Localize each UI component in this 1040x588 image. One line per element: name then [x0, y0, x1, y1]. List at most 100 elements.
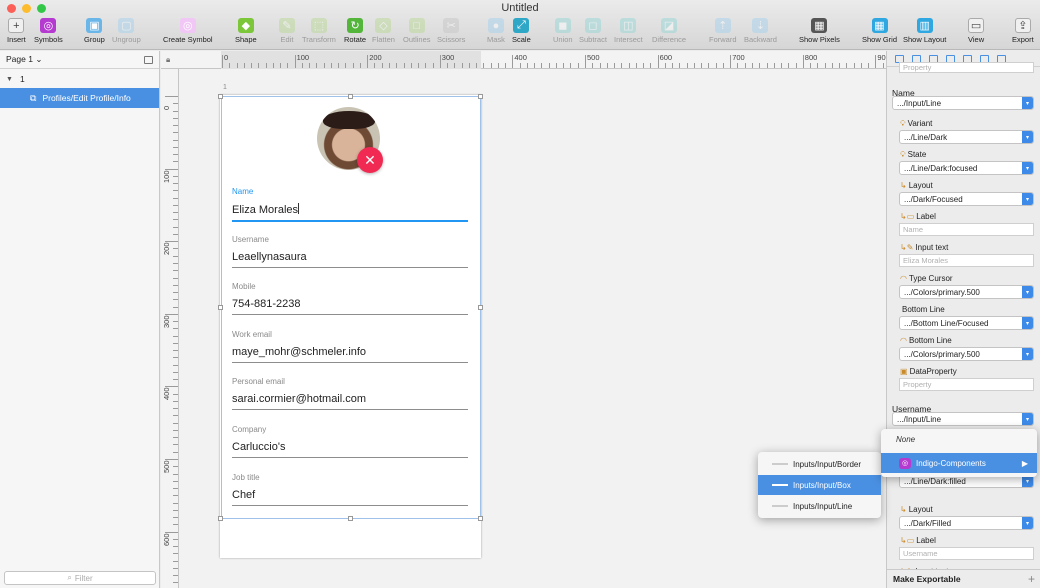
toolbar-export-button[interactable]: ⇪ Export [1012, 18, 1034, 44]
artboard[interactable]: ✕ Name Eliza Morales Username Leaellynasaur… [220, 95, 481, 558]
ruler-tick [173, 560, 178, 562]
override-text-input[interactable]: Eliza Morales [899, 254, 1034, 267]
toolbar-label: Show Pixels [799, 35, 840, 44]
resize-handle-tr[interactable] [478, 94, 483, 99]
page-selector[interactable]: Page 1 ⌄ [0, 51, 159, 69]
form-field[interactable]: Name Eliza Morales [232, 187, 468, 222]
top-property-field[interactable]: Property [899, 62, 1034, 73]
ruler-tick [693, 63, 695, 68]
override-select[interactable]: .../Dark/Focused ▾ [899, 192, 1034, 206]
resize-handle-br[interactable] [478, 516, 483, 521]
collapse-pages-icon[interactable] [144, 55, 153, 64]
toolbar-flatten-button[interactable]: ◇ Flatten [372, 18, 395, 44]
artboard-layer-label: 1 [19, 74, 25, 84]
submenu-item[interactable]: Inputs/Input/Line [758, 496, 881, 516]
disclosure-triangle-icon[interactable]: ▼ [6, 76, 13, 83]
field-value[interactable]: Eliza Morales [232, 203, 468, 222]
resize-handle-tl[interactable] [218, 94, 223, 99]
toolbar-subtract-button[interactable]: ◻ Subtract [579, 18, 607, 44]
override-text-input[interactable]: Property [899, 378, 1034, 391]
field-value[interactable]: Leaellynasaura [232, 251, 468, 268]
submenu-item-label: Inputs/Input/Border [793, 459, 862, 469]
menu-item-library[interactable]: ◎ Indigo-Components ▶ [881, 453, 1037, 473]
form-field[interactable]: Personal email sarai.cormier@hotmail.com [232, 377, 468, 411]
ruler-tick [173, 321, 178, 323]
toolbar-insert-button[interactable]: + Insert [7, 18, 26, 44]
make-exportable-bar[interactable]: Make Exportable + [887, 569, 1040, 588]
artboard-layer[interactable]: ▼ 1 [0, 70, 159, 88]
field-value-text: maye_mohr@schmeler.info [232, 345, 367, 358]
field-value[interactable]: maye_mohr@schmeler.info [232, 346, 468, 363]
library-icon: ◎ [899, 457, 911, 469]
toolbar-ungroup-button[interactable]: ▢ Ungroup [112, 18, 141, 44]
field-value-text: sarai.cormier@hotmail.com [232, 393, 367, 406]
resize-handle-mr[interactable] [478, 305, 483, 310]
toolbar-backward-button[interactable]: ⇣ Backward [744, 18, 777, 44]
toolbar-scissors-button[interactable]: ✂ Scissors [437, 18, 465, 44]
export-icon: ⇪ [1014, 18, 1031, 33]
lock-icon[interactable]: 🔒︎ [166, 55, 170, 65]
scale-icon: ⤢ [513, 18, 530, 33]
override-select[interactable]: .../Colors/primary.500 ▾ [899, 347, 1034, 361]
toolbar-create-symbol-button[interactable]: ◎ Create Symbol [163, 18, 213, 44]
override-select[interactable]: .../Line/Dark ▾ [899, 130, 1034, 144]
symbol-select[interactable]: .../Input/Line ▾ [892, 412, 1034, 426]
toolbar-union-button[interactable]: ◼ Union [553, 18, 573, 44]
ruler-tick [173, 451, 178, 453]
form-field[interactable]: Work email maye_mohr@schmeler.info [232, 330, 468, 363]
field-value[interactable]: sarai.cormier@hotmail.com [232, 393, 468, 411]
select-arrow-icon: ▾ [1022, 348, 1033, 360]
toolbar-view-button[interactable]: ▭ View [968, 18, 984, 44]
toolbar-shape-button[interactable]: ◆ Shape [235, 18, 257, 44]
form-field[interactable]: Company Carluccio's [232, 425, 468, 458]
toolbar-outlines-button[interactable]: □ Outlines [403, 18, 431, 44]
ruler-tick [853, 63, 855, 68]
toolbar-difference-button[interactable]: ◪ Difference [652, 18, 686, 44]
remove-photo-icon[interactable]: ✕ [357, 147, 383, 173]
layer-item-selected[interactable]: ⧉ Profiles/Edit Profile/Info [0, 88, 159, 108]
override-text-input[interactable]: Name [899, 223, 1034, 236]
override-select[interactable]: .../Line/Dark:focused ▾ [899, 161, 1034, 175]
horizontal-ruler[interactable]: 🔒︎ 0 100 200 300 400 500 600 700 800 900 [161, 51, 886, 69]
symbol-select[interactable]: .../Input/Line ▾ [892, 96, 1034, 110]
form-field[interactable]: Job title Chef [232, 473, 468, 506]
submenu-item[interactable]: Inputs/Input/Box [758, 475, 881, 495]
override-select[interactable]: .../Dark/Filled ▾ [899, 516, 1034, 530]
form-field[interactable]: Username Leaellynasaura [232, 235, 468, 268]
ruler-tick [173, 553, 178, 555]
ruler-tick [165, 168, 178, 170]
toolbar-show-layout-button[interactable]: ▥ Show Layout [903, 18, 946, 44]
form-field[interactable]: Mobile 754-881-2238 [232, 282, 468, 316]
toolbar-show-grid-button[interactable]: ▦ Show Grid [862, 18, 897, 44]
ruler-tick [173, 429, 178, 431]
toolbar-scale-button[interactable]: ⤢ Scale [512, 18, 531, 44]
toolbar-rotate-button[interactable]: ↻ Rotate [344, 18, 366, 44]
toolbar-symbols-button[interactable]: ◎ Symbols [34, 18, 63, 44]
override-select[interactable]: .../Colors/primary.500 ▾ [899, 285, 1034, 299]
ruler-tick [512, 55, 514, 68]
toolbar-mask-button[interactable]: ● Mask [487, 18, 505, 44]
field-value[interactable]: Carluccio's [232, 441, 468, 458]
resize-handle-bl[interactable] [218, 516, 223, 521]
artboard-title[interactable]: 1 [223, 84, 227, 91]
layer-filter-input[interactable]: ⌕ Filter [4, 571, 156, 585]
vertical-ruler[interactable]: 0 100 200 300 400 500 600 [161, 69, 179, 588]
menu-item-none[interactable]: None [896, 435, 915, 444]
override-label-text: Label [916, 212, 936, 221]
resize-handle-tm[interactable] [348, 94, 353, 99]
toolbar-show-pixels-button[interactable]: ▦ Show Pixels [799, 18, 840, 44]
resize-handle-bm[interactable] [348, 516, 353, 521]
toolbar-transform-button[interactable]: ⬚ Transform [302, 18, 336, 44]
resize-handle-ml[interactable] [218, 305, 223, 310]
toolbar-forward-button[interactable]: ⇡ Forward [709, 18, 737, 44]
submenu-item[interactable]: Inputs/Input/Border [758, 454, 881, 474]
field-value[interactable]: 754-881-2238 [232, 298, 468, 316]
override-select[interactable]: .../Bottom Line/Focused ▾ [899, 316, 1034, 330]
plus-icon[interactable]: + [1028, 572, 1035, 586]
toolbar-edit-button[interactable]: ✎ Edit [279, 18, 295, 44]
toolbar-intersect-button[interactable]: ◫ Intersect [614, 18, 643, 44]
symbol-instance-icon: ⧉ [30, 92, 37, 103]
field-value[interactable]: Chef [232, 489, 468, 506]
toolbar-group-button[interactable]: ▣ Group [84, 18, 105, 44]
override-text-input[interactable]: Username [899, 547, 1034, 560]
